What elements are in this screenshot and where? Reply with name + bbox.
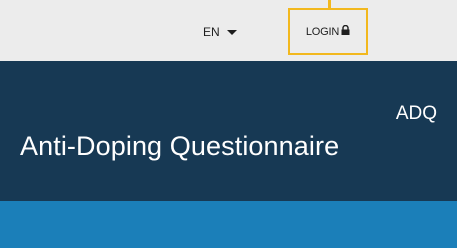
site-header: ADQ Anti-Doping Questionnaire [0, 61, 457, 201]
language-label: EN [203, 25, 220, 39]
top-bar: EN LOGIN [0, 0, 457, 61]
site-abbreviation: ADQ [395, 103, 437, 124]
lock-icon [341, 24, 350, 38]
login-label: LOGIN [305, 25, 340, 38]
language-selector[interactable]: EN [203, 23, 237, 41]
caret-down-icon [226, 30, 237, 35]
content-band [0, 201, 457, 248]
site-title: Anti-Doping Questionnaire [20, 131, 340, 161]
login-button[interactable]: LOGIN [288, 8, 368, 55]
